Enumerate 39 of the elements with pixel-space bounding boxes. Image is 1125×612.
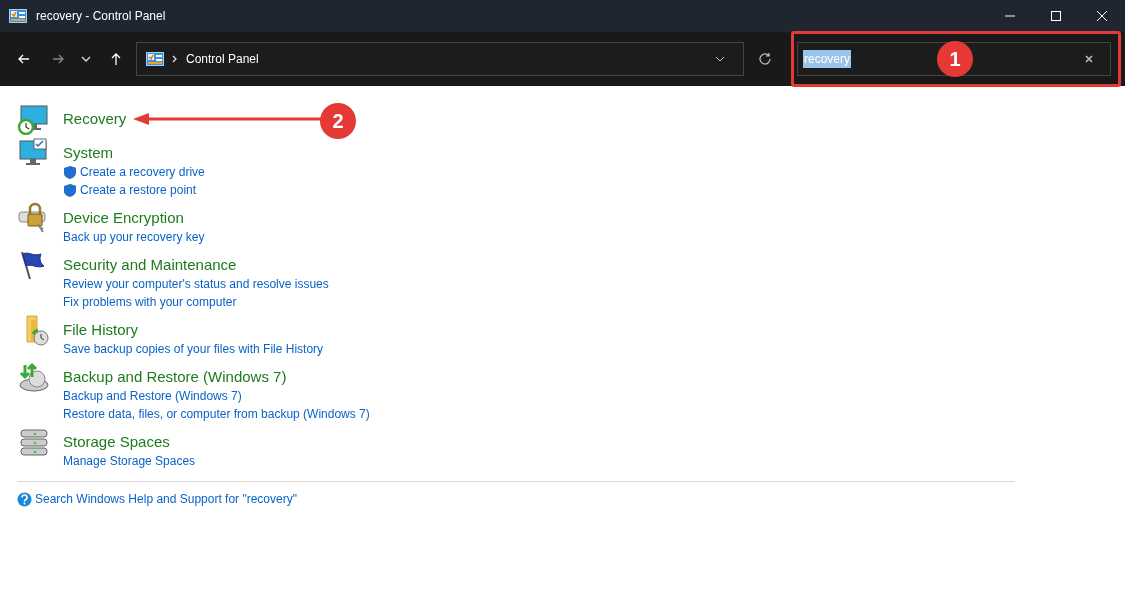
control-panel-icon [9, 9, 27, 23]
category-link[interactable]: File History [63, 320, 138, 340]
help-icon [17, 491, 32, 507]
task-link[interactable]: Backup and Restore (Windows 7) [63, 387, 242, 405]
task-link[interactable]: Manage Storage Spaces [63, 452, 196, 470]
category-link[interactable]: Recovery [63, 109, 127, 129]
step-badge: 2 [320, 103, 356, 139]
category-link[interactable]: Storage Spaces [63, 432, 170, 452]
task-link[interactable]: Fix problems with your computer [63, 293, 237, 311]
disc-arrows-icon [17, 361, 51, 393]
category-link[interactable]: System [63, 143, 113, 163]
window-title: recovery - Control Panel [36, 8, 166, 25]
control-panel-icon [146, 52, 164, 66]
chevron-down-icon [715, 56, 725, 62]
up-arrow-icon [109, 52, 123, 66]
category-link[interactable]: Backup and Restore (Windows 7) [63, 367, 287, 387]
help-link[interactable]: Search Windows Help and Support for "recovery" [35, 490, 297, 508]
close-icon [1096, 10, 1108, 22]
monitor-clock-icon [17, 103, 51, 135]
task-link[interactable]: Review your computer's status and resolve issues [63, 275, 329, 293]
breadcrumb-item[interactable]: Control Panel [186, 50, 259, 68]
chevron-icon [172, 55, 178, 63]
refresh-button[interactable] [757, 51, 773, 67]
task-link[interactable]: Save backup copies of your files with File History [63, 340, 324, 358]
maximize-icon [1050, 10, 1062, 22]
drive-stack-icon [17, 426, 51, 458]
address-bar[interactable]: Control Panel [136, 42, 744, 76]
task-link[interactable]: Restore data, files, or computer from backup (Windows 7) [63, 405, 370, 423]
forward-arrow-icon [51, 52, 65, 66]
task-link[interactable]: Back up your recovery key [63, 228, 205, 246]
category-link[interactable]: Security and Maintenance [63, 255, 237, 275]
clear-search-button[interactable] [1084, 54, 1094, 64]
close-icon [1084, 54, 1094, 64]
arrow-icon [133, 113, 323, 125]
task-link[interactable]: Create a restore point [80, 181, 197, 199]
category-link[interactable]: Device Encryption [63, 208, 184, 228]
back-arrow-icon [17, 52, 31, 66]
task-link[interactable]: Create a recovery drive [80, 163, 205, 181]
refresh-icon [758, 52, 772, 66]
